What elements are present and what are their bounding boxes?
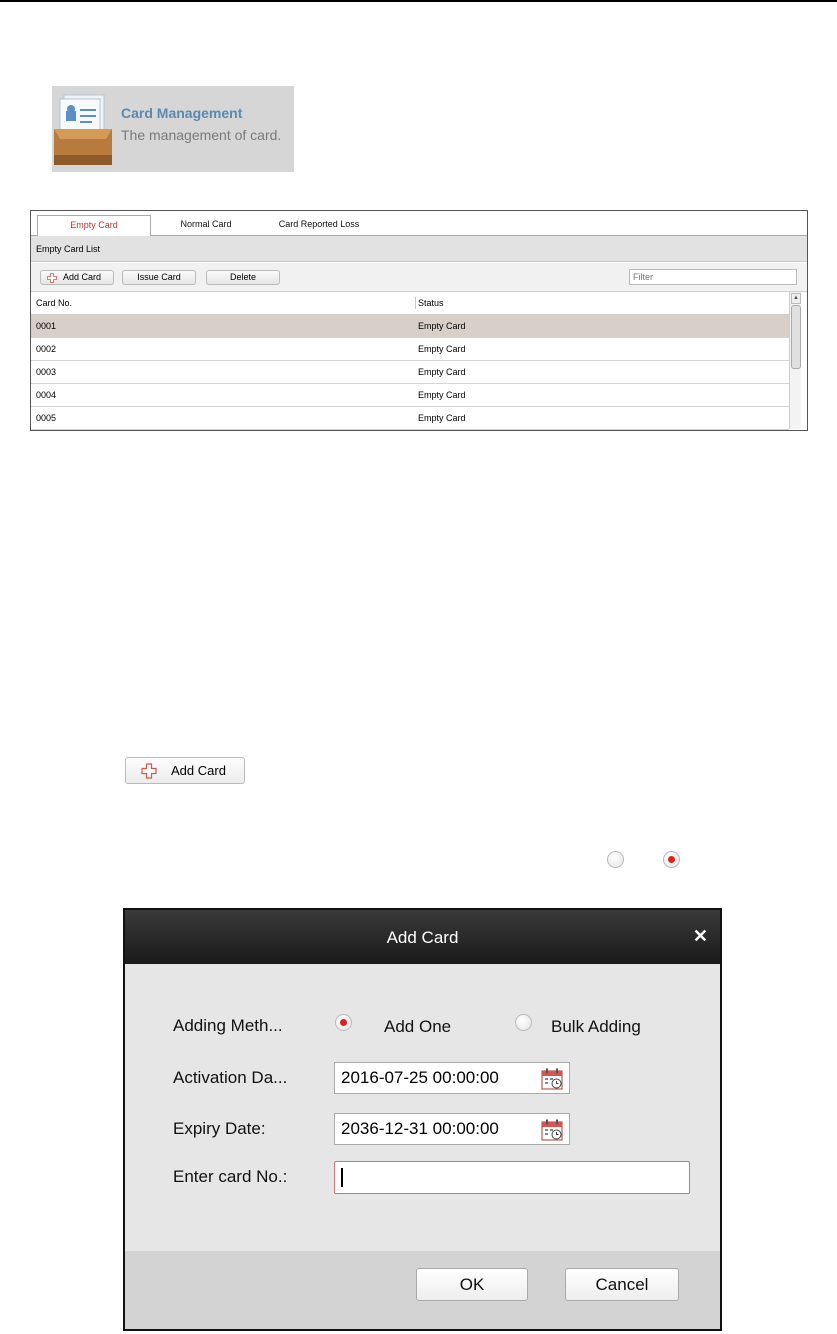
banner-title: Card Management: [121, 105, 243, 121]
cell-status: Empty Card: [418, 344, 466, 354]
dialog-title-bar: Add Card ✕: [125, 910, 720, 964]
list-title: Empty Card List: [31, 236, 807, 262]
tab-card-reported-loss[interactable]: Card Reported Loss: [263, 215, 375, 235]
scroll-up-arrow-icon[interactable]: ▲: [791, 293, 801, 304]
activation-date-label: Activation Da...: [173, 1068, 288, 1087]
card-no-label: Enter card No.:: [173, 1167, 288, 1186]
activation-date-value: 2016-07-25 00:00:00: [341, 1068, 499, 1087]
card-drawer-icon: [54, 94, 112, 165]
table-row[interactable]: 0001 Empty Card: [31, 315, 789, 338]
card-management-banner[interactable]: Card Management The management of card.: [52, 86, 294, 172]
card-no-input[interactable]: [334, 1161, 690, 1194]
expiry-date-field[interactable]: 2036-12-31 00:00:00: [334, 1113, 570, 1145]
cancel-button[interactable]: Cancel: [565, 1268, 679, 1301]
cell-status: Empty Card: [418, 367, 466, 377]
close-icon[interactable]: ✕: [693, 926, 708, 946]
activation-date-field[interactable]: 2016-07-25 00:00:00: [334, 1062, 570, 1094]
cell-card-no: 0003: [36, 367, 57, 377]
dialog-footer: OK Cancel: [125, 1251, 720, 1329]
filter-input[interactable]: [629, 269, 797, 285]
radio-bulk-adding[interactable]: [515, 1014, 532, 1031]
cell-status: Empty Card: [418, 390, 466, 400]
ok-button[interactable]: OK: [416, 1268, 528, 1301]
tab-normal-card[interactable]: Normal Card: [151, 215, 261, 235]
adding-method-label: Adding Meth...: [173, 1016, 283, 1035]
calendar-icon[interactable]: [541, 1068, 563, 1090]
plus-icon: [141, 763, 157, 779]
cell-card-no: 0005: [36, 413, 57, 423]
scroll-thumb[interactable]: [791, 305, 801, 369]
toolbar: Add Card Issue Card Delete: [31, 263, 807, 292]
column-card-no[interactable]: Card No.: [36, 292, 72, 314]
top-rule: [0, 0, 837, 2]
add-card-button[interactable]: Add Card: [40, 270, 114, 285]
tab-bar: Empty Card Normal Card Card Reported Los…: [31, 211, 807, 237]
column-status[interactable]: Status: [418, 292, 444, 314]
table-header: Card No. Status: [31, 292, 789, 315]
cell-card-no: 0002: [36, 344, 57, 354]
inline-add-card-button[interactable]: Add Card: [125, 757, 245, 784]
issue-card-button[interactable]: Issue Card: [122, 270, 196, 285]
expiry-date-label: Expiry Date:: [173, 1119, 266, 1138]
radio-add-one[interactable]: [335, 1014, 352, 1031]
card-list-panel: Empty Card Normal Card Card Reported Los…: [30, 210, 808, 431]
dialog-title: Add Card: [386, 928, 459, 947]
add-card-label: Add Card: [63, 272, 102, 282]
delete-button[interactable]: Delete: [206, 270, 280, 285]
table-row[interactable]: 0002 Empty Card: [31, 338, 789, 361]
add-card-dialog: Add Card ✕ Adding Meth... Add One Bulk A…: [123, 908, 722, 1331]
inline-add-card-label: Add Card: [171, 763, 226, 778]
cell-status: Empty Card: [418, 321, 466, 331]
cell-status: Empty Card: [418, 413, 466, 423]
table-row[interactable]: 0005 Empty Card: [31, 407, 789, 430]
radio-selected-icon: [663, 851, 680, 868]
radio-unselected-icon: [607, 851, 624, 868]
expiry-date-value: 2036-12-31 00:00:00: [341, 1119, 499, 1138]
vertical-scrollbar[interactable]: ▲: [789, 292, 801, 429]
banner-description: The management of card.: [121, 127, 282, 143]
table-row[interactable]: 0003 Empty Card: [31, 361, 789, 384]
calendar-icon[interactable]: [541, 1119, 563, 1141]
column-divider: [415, 297, 416, 309]
cell-card-no: 0004: [36, 390, 57, 400]
bulk-adding-label[interactable]: Bulk Adding: [551, 1017, 641, 1037]
add-one-label[interactable]: Add One: [384, 1017, 451, 1037]
cell-card-no: 0001: [36, 321, 57, 331]
table-row[interactable]: 0004 Empty Card: [31, 384, 789, 407]
text-caret: [341, 1168, 343, 1187]
plus-icon: [47, 273, 57, 283]
tab-empty-card[interactable]: Empty Card: [37, 215, 151, 237]
